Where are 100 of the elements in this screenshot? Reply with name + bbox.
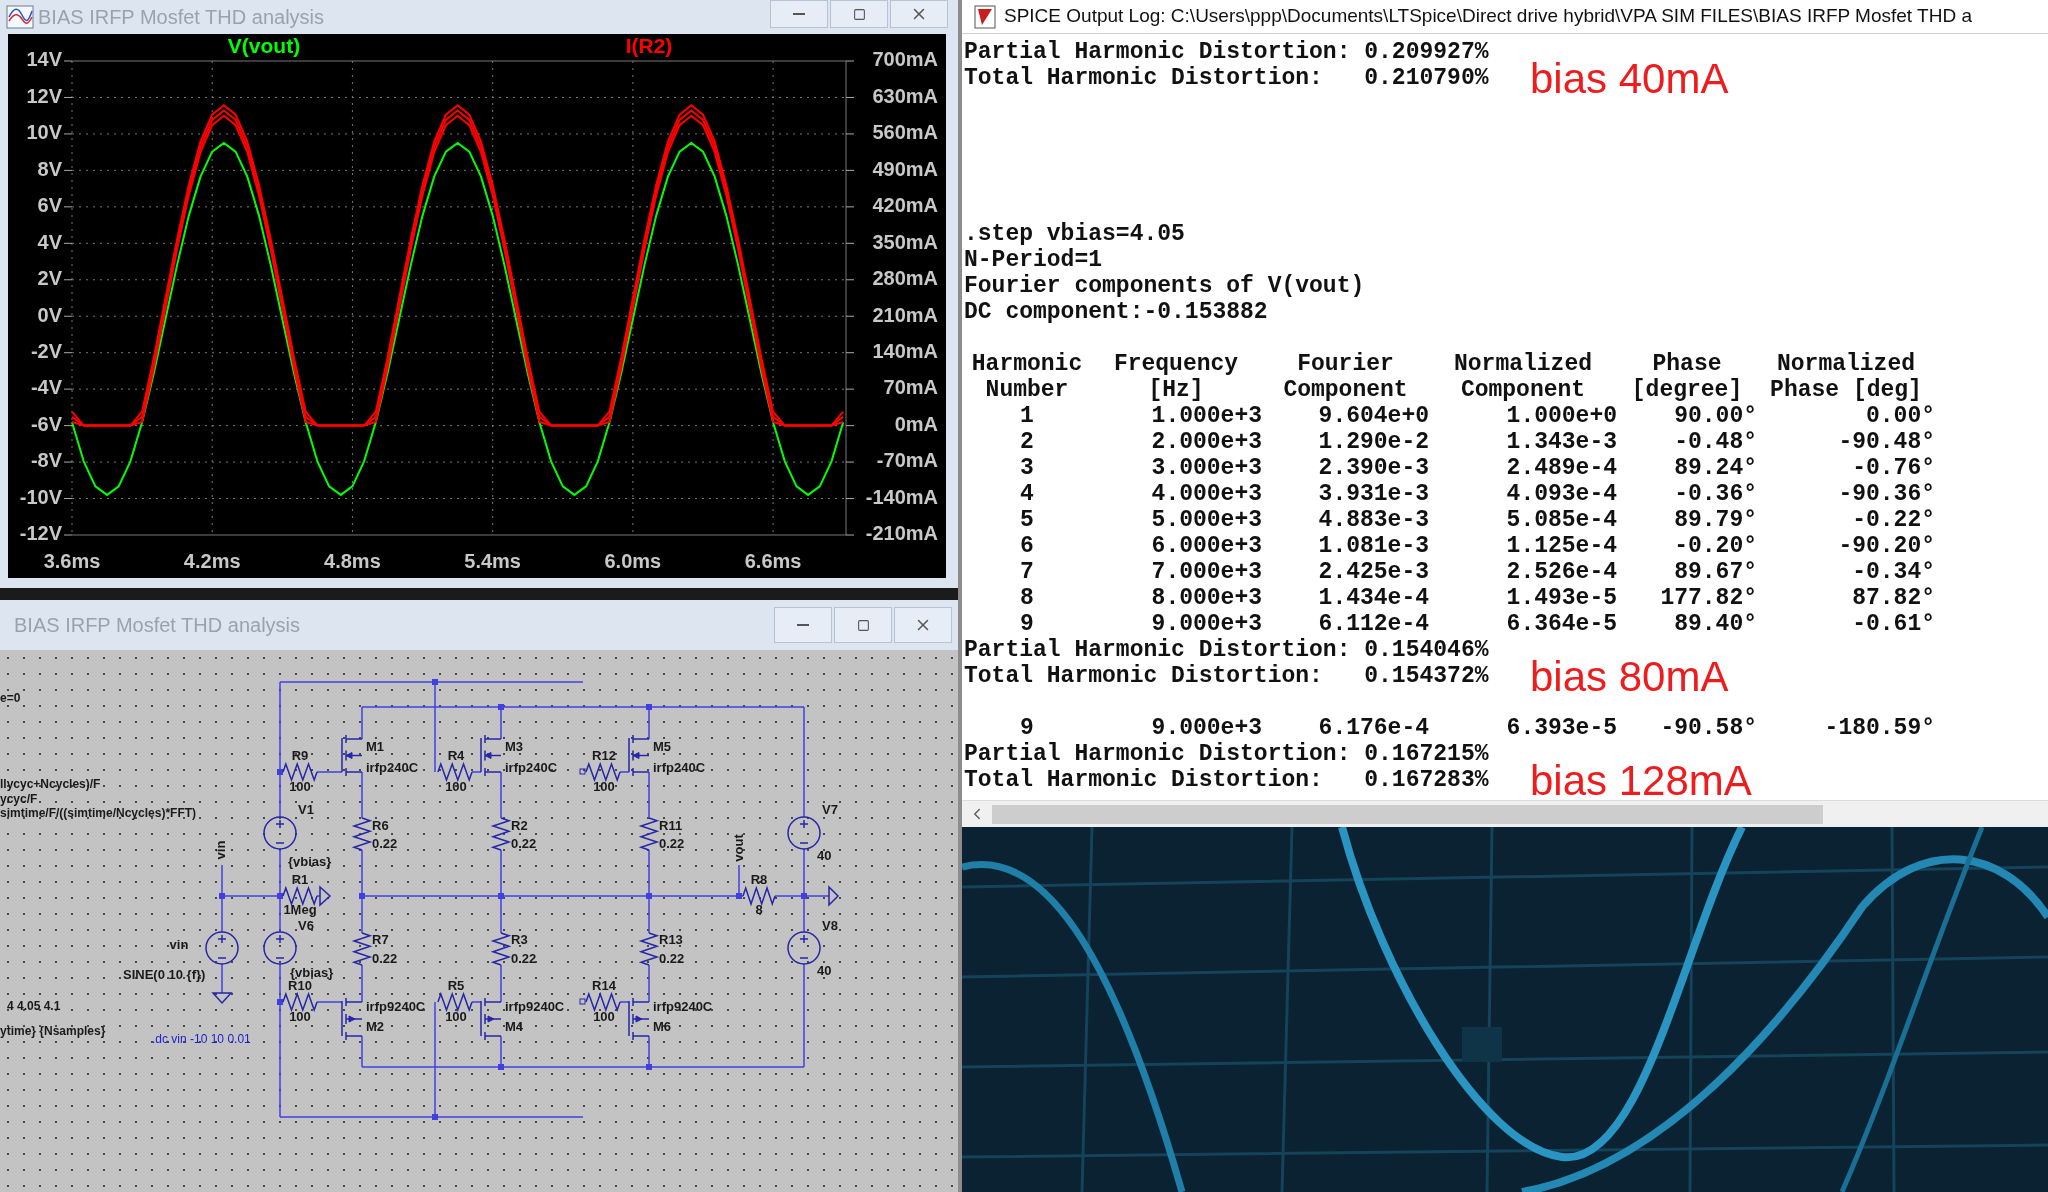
component-value: {vbias} (290, 965, 334, 981)
component-value: irfp9240C (653, 999, 713, 1015)
table-cell: 2.000e+3 (1151, 429, 1262, 455)
component-label: R2 (511, 818, 528, 834)
table-cell: 177.82° (1660, 585, 1757, 611)
component-value: irfp240C (366, 760, 419, 776)
component-label: R11 (659, 818, 683, 834)
axis-label: 0mA (894, 412, 938, 435)
spice-directive: 4 4.05 4.1 (7, 999, 61, 1014)
component-value: irfp9240C (366, 999, 426, 1015)
log-line: Total Harmonic Distortion: 0.167283% (964, 767, 1489, 793)
axis-label: 3.6ms (43, 550, 101, 573)
table-cell: 7.000e+3 (1151, 559, 1262, 585)
table-cell: -0.20° (1674, 533, 1757, 559)
table-cell: -0.61° (1852, 611, 1935, 637)
table-cell: -0.34° (1852, 559, 1935, 585)
component-label: R7 (372, 932, 389, 948)
net-label: vout (731, 834, 747, 862)
axis-label: 700mA (872, 48, 938, 71)
spice-directive: llycyc+Ncycles)/F (0, 777, 101, 792)
component-label: M2 (366, 1019, 385, 1035)
table-cell: 1.343e-3 (1506, 429, 1617, 455)
component-value: SINE(0 10 {f}) (123, 967, 206, 983)
log-line: N-Period=1 (964, 247, 1103, 273)
component-value: 0.22 (511, 836, 537, 852)
table-cell: 4.093e-4 (1506, 481, 1617, 507)
component-label: R4 (447, 748, 465, 764)
component-value: irfp240C (653, 760, 706, 776)
component-label: R14 (592, 978, 616, 994)
axis-label: 12V (26, 84, 62, 107)
table-cell: 87.82° (1852, 585, 1935, 611)
table-cell: -90.36° (1838, 481, 1935, 507)
component-value: irfp9240C (505, 999, 565, 1015)
table-cell: 89.79° (1674, 507, 1757, 533)
axis-label: -8V (30, 449, 62, 472)
axis-label: 210mA (872, 303, 938, 326)
component-label: M3 (505, 739, 524, 755)
table-cell: 9.000e+3 (1151, 715, 1262, 741)
column-header: Fourier Component (1282, 351, 1409, 403)
table-cell: 6.176e-4 (1318, 715, 1429, 741)
component-value: 100 (289, 1009, 311, 1025)
component-value: 0.22 (372, 836, 398, 852)
table-cell: 7 (1020, 559, 1034, 585)
column-header: Normalized Component (1453, 351, 1593, 403)
axis-label: 630mA (872, 84, 938, 107)
table-cell: 9.000e+3 (1151, 611, 1262, 637)
component-value: 0.22 (659, 836, 685, 852)
log-line: .step vbias=4.05 (964, 221, 1185, 247)
component-value: 100 (445, 779, 467, 795)
table-cell: 89.40° (1674, 611, 1757, 637)
comment-text: .dc vin -10 10 0.01 (152, 1032, 251, 1047)
table-cell: 4 (1020, 481, 1034, 507)
component-value: 40 (817, 963, 832, 979)
axis-label: -6V (30, 412, 62, 435)
component-value: irfp240C (505, 760, 558, 776)
table-cell: 6.393e-5 (1506, 715, 1617, 741)
component-value: 40 (817, 848, 832, 864)
table-cell: 0.00° (1866, 403, 1935, 429)
table-cell: 3 (1020, 455, 1034, 481)
table-cell: 6.112e-4 (1318, 611, 1429, 637)
trace-label: I(R2) (625, 34, 673, 57)
component-label: vin (169, 937, 189, 953)
table-cell: -0.36° (1674, 481, 1757, 507)
table-cell: -0.76° (1852, 455, 1935, 481)
table-cell: 2.390e-3 (1318, 455, 1429, 481)
table-cell: 6.000e+3 (1151, 533, 1262, 559)
table-cell: -90.20° (1838, 533, 1935, 559)
column-header: Normalized Phase [deg] (1769, 351, 1923, 403)
table-cell: 3.000e+3 (1151, 455, 1262, 481)
axis-label: 420mA (872, 194, 938, 217)
table-cell: 1 (1020, 403, 1034, 429)
axis-label: 140mA (872, 339, 938, 362)
table-cell: -180.59° (1824, 715, 1935, 741)
axis-label: 6V (37, 194, 62, 217)
axis-label: -210mA (865, 522, 938, 545)
axis-label: 6.6ms (744, 550, 802, 573)
table-cell: -90.58° (1660, 715, 1757, 741)
component-label: M1 (366, 739, 385, 755)
axis-label: -2V (30, 339, 62, 362)
component-label: V1 (298, 802, 314, 818)
table-cell: 3.931e-3 (1318, 481, 1429, 507)
table-cell: 9 (1020, 611, 1034, 637)
table-cell: 9.604e+0 (1318, 403, 1429, 429)
log-line: Partial Harmonic Distortion: 0.167215% (964, 741, 1489, 767)
table-cell: 1.125e-4 (1506, 533, 1617, 559)
axis-label: 5.4ms (464, 550, 521, 573)
table-cell: -0.48° (1674, 429, 1757, 455)
table-cell: 89.24° (1674, 455, 1757, 481)
window-title: SPICE Output Log: C:\Users\ppp\Documents\LTSpice\Direct drive hybrid\VPA SIM FILES\BIAS IRFP Mosfet THD a (1004, 4, 1972, 29)
component-label: R12 (592, 748, 616, 764)
axis-label: 490mA (872, 157, 938, 180)
component-value: 100 (593, 779, 615, 795)
spice-directive: e=0 (0, 691, 21, 706)
table-cell: 6 (1020, 533, 1034, 559)
spice-directive: simtime/F/((simtime/Ncycles)*FFT) (0, 806, 197, 821)
component-value: 8 (755, 902, 763, 918)
table-cell: 5.085e-4 (1506, 507, 1617, 533)
component-value: 100 (289, 779, 311, 795)
log-line: DC component:-0.153882 (964, 299, 1268, 325)
table-cell: 1.000e+0 (1506, 403, 1617, 429)
